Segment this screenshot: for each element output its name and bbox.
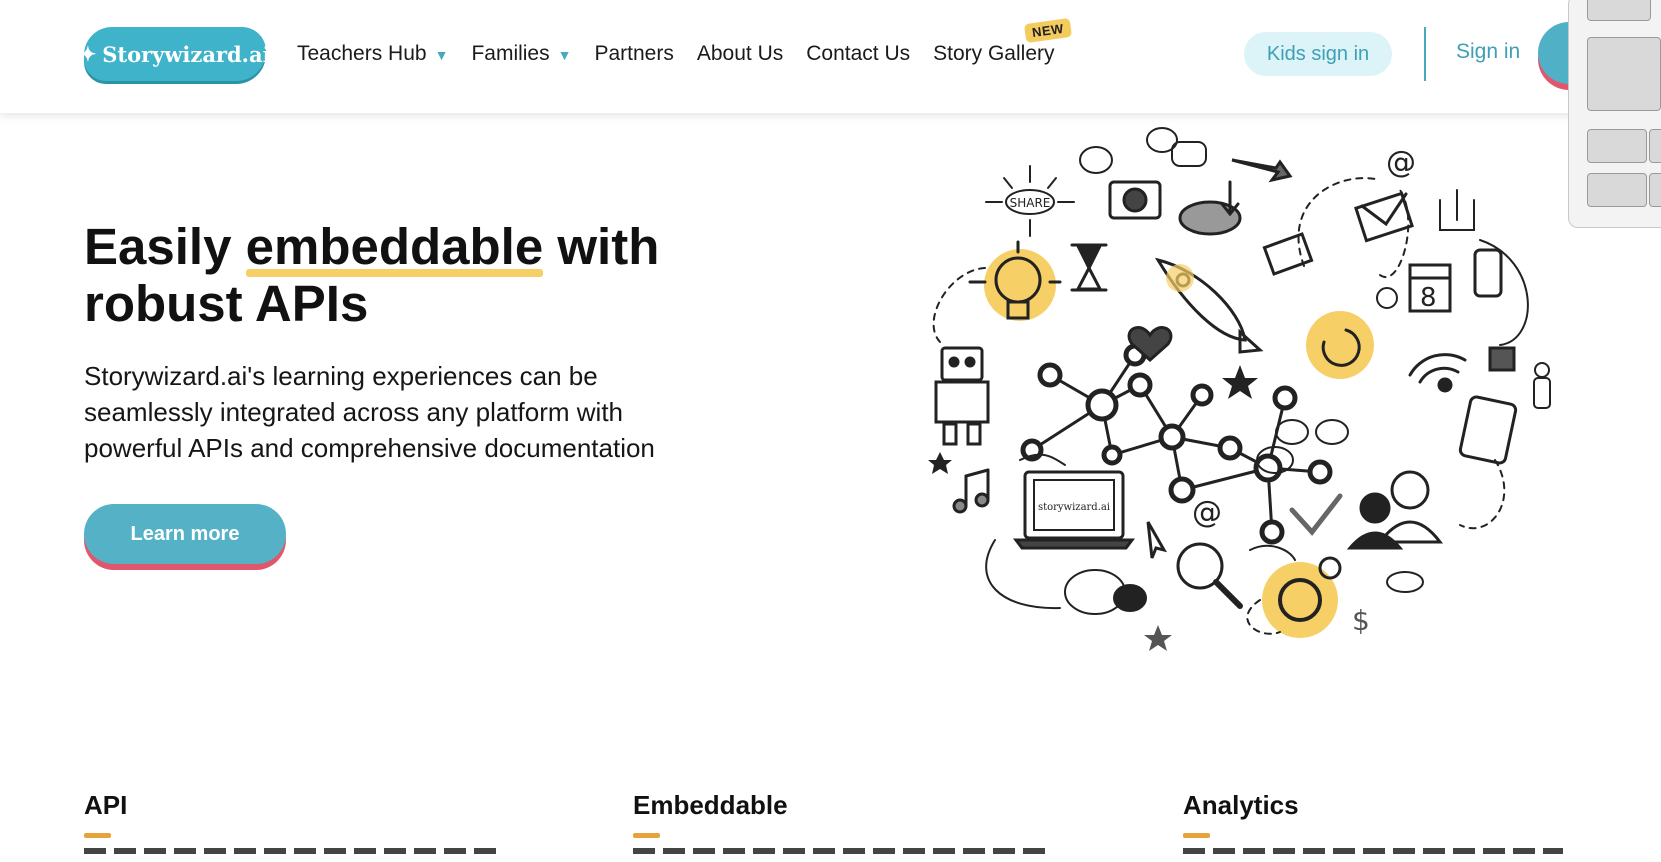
learn-more-button[interactable]: Learn more [84,504,286,564]
at-sign-icon-2: @ [1192,495,1222,530]
feature-text-cut [84,848,504,854]
nav-label: Partners [594,42,674,65]
network-doodle-illustration: SHARE @ @ 8 storywizard.ai $ [928,127,1551,651]
cloud-icon [1386,571,1424,593]
panel-tile[interactable] [1587,129,1647,163]
nav-partners[interactable]: Partners [594,38,673,70]
nav-story-gallery[interactable]: Story Gallery NEW [933,17,1073,70]
feature-api: API [84,790,504,854]
gears-icon [1262,556,1342,638]
hero-description: Storywizard.ai's learning experiences ca… [84,361,655,463]
nav-contact-us[interactable]: Contact Us [806,38,910,70]
star-small-icon [928,452,952,474]
panel-tile[interactable] [1587,173,1647,207]
share-icon: SHARE [985,165,1075,237]
arrow-right-icon [1231,158,1293,183]
camera-icon [1108,180,1162,220]
star-icon [1222,365,1258,399]
rocket-icon [1154,257,1264,354]
magic-wand-icon: ✦ [79,42,97,66]
checkmark-icon [1289,493,1343,536]
panel-tile[interactable] [1649,129,1661,163]
sign-in-link[interactable]: Sign in [1456,40,1520,64]
at-sign-icon: @ [1386,145,1416,180]
feature-underline [84,833,111,838]
wifi-icon [1408,353,1467,393]
title-text: Easily [84,218,246,275]
nav-label: Families [471,42,550,65]
nav-families[interactable]: Families ▼ [471,38,571,70]
curved-arrows [985,239,1529,610]
feature-title: Analytics [1183,790,1299,820]
nav-label: Contact Us [806,42,911,65]
panel-tile[interactable] [1587,37,1661,111]
feature-text-cut [633,848,1053,854]
storywizard-logo[interactable]: ✦ Storywizard.ai [79,27,271,81]
window-side-panel [1568,0,1661,228]
cursor-icon [1146,521,1168,559]
laptop-screen-text: storywizard.ai [1038,502,1110,513]
star-bottom-icon [1144,625,1172,651]
download-icon [1439,189,1475,231]
laptop-icon: storywizard.ai [1013,470,1135,550]
chevron-down-icon: ▼ [434,47,449,63]
music-note-icon [952,468,990,514]
refresh-icon [1306,311,1374,379]
header-divider [1424,27,1426,81]
site-header: ✦ Storywizard.ai Teachers Hub ▼ Families… [0,0,1661,113]
feature-title: Embeddable [633,790,788,820]
nav-teachers-hub[interactable]: Teachers Hub ▼ [297,38,448,70]
nav-about-us[interactable]: About Us [697,38,783,70]
magnifier-icon [1176,542,1243,609]
gear-small-icon [1376,287,1398,309]
feature-text-cut [1183,848,1563,854]
main-nav: Teachers Hub ▼ Families ▼ Partners About… [297,17,1078,70]
panel-tile[interactable] [1649,173,1661,207]
users-icon [1346,470,1444,550]
lock-icon [1488,346,1516,372]
robot-icon [934,346,990,446]
chat-bubble-icon [1079,127,1207,174]
svg-text:8: 8 [1420,283,1437,313]
mail-icon [1262,191,1414,276]
share-label: SHARE [1010,196,1051,210]
hourglass-icon [1070,243,1108,292]
dollar-icon: $ [1352,604,1370,637]
calendar-icon: 8 [1408,263,1452,313]
nav-label: Teachers Hub [297,42,427,65]
lightbulb-icon [968,240,1062,321]
feature-analytics: Analytics [1183,790,1563,854]
new-badge: NEW [1024,17,1073,44]
feature-embeddable: Embeddable [633,790,1053,854]
tablet-icon [1458,395,1518,465]
panel-tile[interactable] [1587,0,1651,21]
chevron-down-icon: ▼ [557,47,572,63]
cloud-download-icon [1178,180,1242,236]
person-icon [1533,362,1551,409]
feature-underline [1183,833,1210,838]
logo-text: Storywizard.ai [102,41,271,67]
feature-underline [633,833,660,838]
title-highlight: embeddable [245,218,544,277]
nav-label: Story Gallery [933,42,1055,65]
feature-title: API [84,790,128,820]
kids-sign-in-button[interactable]: Kids sign in [1244,32,1392,76]
hero-title: Easily embeddable with robust APIs [84,218,724,332]
phone-icon [1473,248,1503,298]
nav-label: About Us [696,42,784,65]
